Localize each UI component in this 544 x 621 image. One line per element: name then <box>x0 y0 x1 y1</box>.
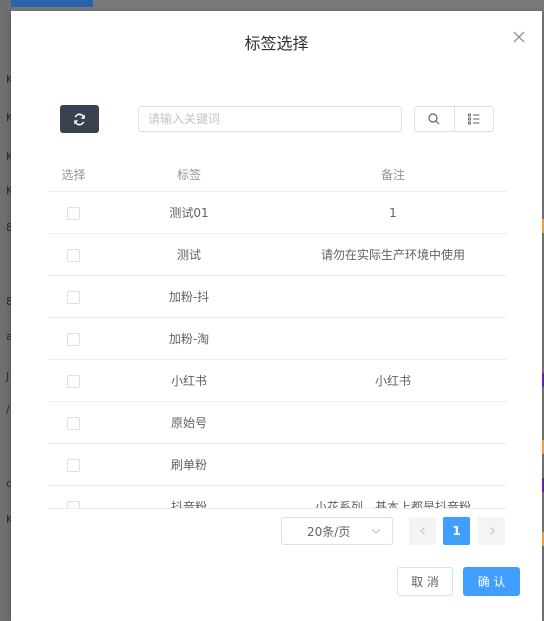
tag-cell: 测试 <box>99 233 279 276</box>
note-cell: 请勿在实际生产环境中使用 <box>279 233 507 276</box>
chevron-down-icon <box>371 528 381 534</box>
note-cell: 1 <box>279 191 507 234</box>
note-cell: 小红书 <box>279 359 507 402</box>
note-cell <box>279 275 507 318</box>
column-header-select: 选择 <box>48 158 99 192</box>
row-checkbox[interactable] <box>67 374 80 388</box>
tag-cell: 原始号 <box>99 401 279 444</box>
tag-table: 选择 标签 备注 测试01 1 测试 请勿在实际生产环境中使用 加粉-抖 加粉-… <box>48 158 507 509</box>
columns-button[interactable] <box>453 107 494 131</box>
tag-cell: 小红书 <box>99 359 279 402</box>
row-checkbox[interactable] <box>67 416 80 430</box>
background-char: J <box>6 370 10 383</box>
background-char: / <box>6 403 10 416</box>
background-topbar <box>0 0 93 7</box>
column-header-note: 备注 <box>279 158 507 192</box>
row-checkbox[interactable] <box>67 290 80 304</box>
search-icon <box>428 113 440 125</box>
refresh-button[interactable] <box>60 105 99 133</box>
confirm-button[interactable]: 确 认 <box>463 567 520 596</box>
table-row[interactable]: 小红书 小红书 <box>48 359 507 402</box>
tag-cell: 加粉-抖 <box>99 275 279 318</box>
prev-page-button[interactable] <box>409 517 436 545</box>
row-checkbox[interactable] <box>67 332 80 346</box>
table-row[interactable]: 抖音粉 小花系列，基本上都是抖音粉 <box>48 485 507 508</box>
tag-cell: 刷单粉 <box>99 443 279 486</box>
table-row[interactable]: 刷单粉 <box>48 443 507 486</box>
tag-select-dialog: 标签选择 请输入关键词 选择 标签 备注 测试01 1 测试 请勿在实际生产环境… <box>11 11 542 621</box>
table-row[interactable]: 测试 请勿在实际生产环境中使用 <box>48 233 507 276</box>
toolbar-button-group <box>414 106 494 132</box>
note-cell: 小花系列，基本上都是抖音粉 <box>279 485 507 508</box>
note-cell <box>279 443 507 486</box>
dialog-title: 标签选择 <box>244 34 309 53</box>
tag-cell: 抖音粉 <box>99 485 279 508</box>
chevron-left-icon <box>419 527 425 535</box>
background-left-panel: K K K K 8 8 a J / q K <box>0 0 13 621</box>
page-size-select[interactable]: 20条/页 <box>281 517 393 545</box>
note-cell <box>279 317 507 360</box>
table-row[interactable]: 加粉-抖 <box>48 275 507 318</box>
cancel-button[interactable]: 取 消 <box>397 567 453 596</box>
column-header-tag: 标签 <box>99 158 279 192</box>
table-row[interactable]: 原始号 <box>48 401 507 444</box>
refresh-icon <box>74 113 85 125</box>
chevron-right-icon <box>489 527 495 535</box>
tag-cell: 加粉-淘 <box>99 317 279 360</box>
row-checkbox[interactable] <box>67 458 80 472</box>
row-checkbox[interactable] <box>67 500 80 508</box>
search-button[interactable] <box>415 107 454 131</box>
next-page-button[interactable] <box>478 517 505 545</box>
row-checkbox[interactable] <box>67 206 80 220</box>
close-icon[interactable] <box>512 31 526 45</box>
table-row[interactable]: 测试01 1 <box>48 191 507 234</box>
note-cell <box>279 401 507 444</box>
tag-cell: 测试01 <box>99 191 279 234</box>
table-row[interactable]: 加粉-淘 <box>48 317 507 360</box>
keyword-search-input[interactable] <box>138 106 402 132</box>
page-size-value: 20条/页 <box>307 524 351 539</box>
table-header-row: 选择 标签 备注 <box>48 158 507 192</box>
page-number-button[interactable]: 1 <box>443 517 470 545</box>
row-checkbox[interactable] <box>67 248 80 262</box>
list-columns-icon <box>467 113 480 125</box>
